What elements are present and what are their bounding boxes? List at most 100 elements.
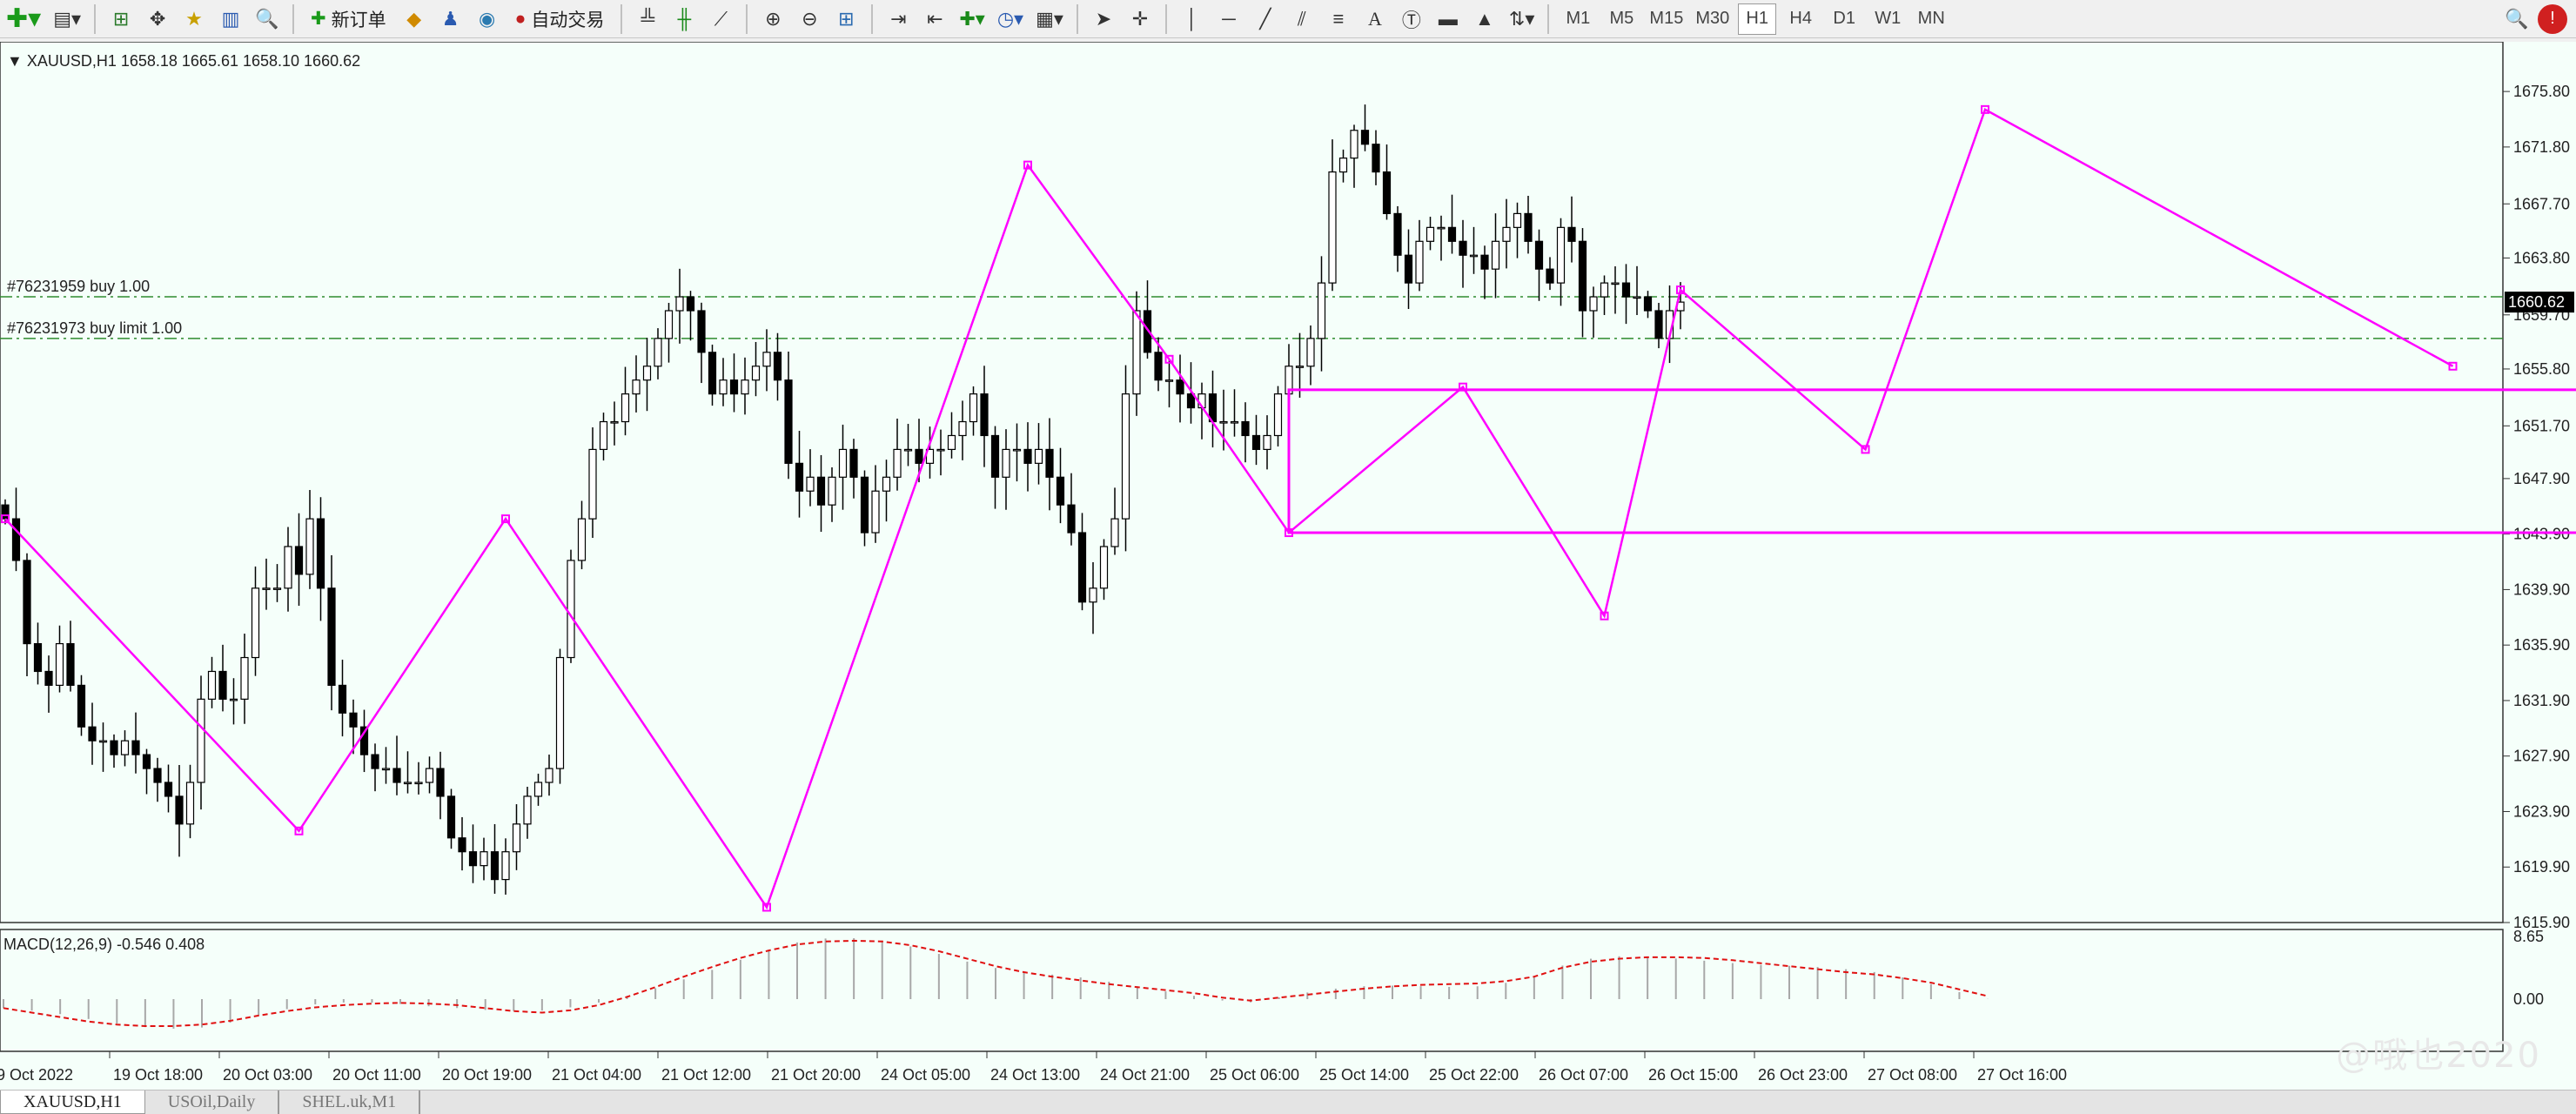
y-tick-label: 1667.70 [2513, 195, 2570, 212]
period-d1[interactable]: D1 [1825, 3, 1863, 35]
candle [1578, 240, 1587, 312]
candlestick-chart-icon[interactable]: ╫ [668, 3, 700, 35]
favorites-icon[interactable]: ★ [178, 3, 210, 35]
auto-trading-icon: ● [514, 8, 527, 29]
text-label-icon[interactable]: Ⓣ [1396, 3, 1427, 35]
zoom-in-icon[interactable]: ⊕ [757, 3, 788, 35]
search-icon[interactable]: 🔍 [2501, 3, 2532, 35]
line-chart-icon[interactable]: ⟋ [705, 3, 736, 35]
y-tick-label: 1635.90 [2513, 636, 2570, 654]
x-tick-label: 20 Oct 19:00 [442, 1066, 532, 1084]
periods-icon[interactable]: ◷▾ [994, 3, 1027, 35]
candle [11, 518, 21, 561]
strategy-tester-icon[interactable]: 🔍 [252, 3, 283, 35]
candle [990, 434, 1000, 478]
candle [893, 448, 902, 478]
candle [1077, 532, 1087, 603]
period-mn[interactable]: MN [1912, 3, 1950, 35]
notifications-icon[interactable]: ! [2538, 3, 2567, 34]
crosshair-icon[interactable]: ✛ [1124, 3, 1156, 35]
period-m1[interactable]: M1 [1559, 3, 1597, 35]
indicators-icon[interactable]: ✚▾ [956, 3, 988, 35]
period-w1[interactable]: W1 [1868, 3, 1907, 35]
navigator-icon[interactable]: ✥ [142, 3, 173, 35]
candle [1219, 420, 1228, 424]
tab-xauusd-h1[interactable]: XAUUSD,H1 [0, 1091, 145, 1114]
x-tick-label: 26 Oct 07:00 [1539, 1066, 1628, 1084]
x-tick-label: 26 Oct 15:00 [1648, 1066, 1738, 1084]
candle [185, 782, 195, 825]
channel-icon[interactable]: ⫽ [1286, 3, 1318, 35]
trendline-icon[interactable]: ╱ [1250, 3, 1281, 35]
market-watch-icon[interactable]: ⊞ [105, 3, 137, 35]
candle [1263, 434, 1271, 451]
candle [1643, 296, 1653, 312]
candle [1589, 296, 1598, 312]
y-tick-label: 1663.80 [2513, 249, 2570, 266]
market-icon[interactable]: ◉ [472, 3, 503, 35]
arrow-up-icon[interactable]: ▲ [1469, 3, 1500, 35]
candle [1480, 254, 1489, 270]
candle [294, 546, 304, 575]
candle [436, 768, 445, 797]
x-tick-label: 24 Oct 21:00 [1100, 1066, 1190, 1084]
y-tick-label: 1619.90 [2513, 858, 2570, 876]
vertical-line-icon[interactable]: │ [1177, 3, 1208, 35]
auto-scroll-icon[interactable]: ⇥ [882, 3, 914, 35]
candle [1338, 158, 1348, 173]
candle [1273, 393, 1283, 437]
candle [197, 698, 205, 783]
text-icon[interactable]: A [1359, 3, 1391, 35]
tab-shel-m1[interactable]: SHEL.uk,M1 [279, 1091, 421, 1114]
period-m30[interactable]: M30 [1692, 3, 1733, 35]
candle [468, 851, 478, 867]
candle [588, 448, 597, 520]
new-chart-icon[interactable]: ✚▾ [3, 3, 44, 35]
signals-icon[interactable]: ♟ [435, 3, 466, 35]
toolbar-separator [621, 3, 623, 34]
order-line-label: #76231959 buy 1.00 [7, 278, 150, 295]
chart-canvas[interactable]: ▼ XAUUSD,H1 1658.18 1665.61 1658.10 1660… [0, 42, 2576, 1090]
period-m15[interactable]: M15 [1646, 3, 1687, 35]
new-order-label: 新订单 [331, 10, 386, 30]
period-h1[interactable]: H1 [1738, 3, 1777, 35]
x-tick-label: 21 Oct 20:00 [771, 1066, 861, 1084]
tab-usoil-daily[interactable]: USOil,Daily [145, 1091, 280, 1114]
horizontal-line-icon[interactable]: ─ [1213, 3, 1244, 35]
period-m5[interactable]: M5 [1602, 3, 1640, 35]
candle [153, 768, 162, 783]
candle [1230, 420, 1239, 424]
candle [446, 795, 456, 839]
chart-window[interactable]: ▼ XAUUSD,H1 1658.18 1665.61 1658.10 1660… [0, 42, 2576, 1090]
period-h4[interactable]: H4 [1781, 3, 1820, 35]
candle [1360, 130, 1370, 145]
tile-windows-icon[interactable]: ⊞ [830, 3, 862, 35]
candle [958, 420, 967, 437]
fibonacci-icon[interactable]: ≡ [1323, 3, 1354, 35]
x-tick-label: 21 Oct 04:00 [552, 1066, 641, 1084]
candle [969, 393, 978, 423]
candle [1099, 546, 1109, 589]
x-tick-label: 24 Oct 05:00 [881, 1066, 970, 1084]
candle [175, 795, 184, 825]
profiles-icon[interactable]: ▤▾ [50, 3, 84, 35]
candle [1121, 393, 1130, 520]
candle [229, 698, 238, 701]
candle [425, 768, 434, 783]
auto-trading-button[interactable]: ● 自动交易 [508, 3, 612, 35]
new-order-button[interactable]: ✚ 新订单 [304, 3, 393, 35]
candle [860, 476, 869, 534]
x-tick-label: 20 Oct 03:00 [223, 1066, 312, 1084]
cursor-icon[interactable]: ➤ [1088, 3, 1119, 35]
macd-y-tick-label: 8.65 [2513, 928, 2544, 945]
rectangle-icon[interactable]: ▬ [1432, 3, 1464, 35]
arrows-icon[interactable]: ⇅▾ [1506, 3, 1538, 35]
templates-icon[interactable]: ▦▾ [1032, 3, 1067, 35]
bar-chart-icon[interactable]: ╩ [632, 3, 663, 35]
metaeditor-icon[interactable]: ◆ [399, 3, 430, 35]
x-tick-label: 25 Oct 06:00 [1210, 1066, 1299, 1084]
data-window-icon[interactable]: ▥ [215, 3, 246, 35]
chart-shift-icon[interactable]: ⇤ [919, 3, 950, 35]
zoom-out-icon[interactable]: ⊖ [794, 3, 825, 35]
macd-header: MACD(12,26,9) -0.546 0.408 [3, 936, 205, 953]
